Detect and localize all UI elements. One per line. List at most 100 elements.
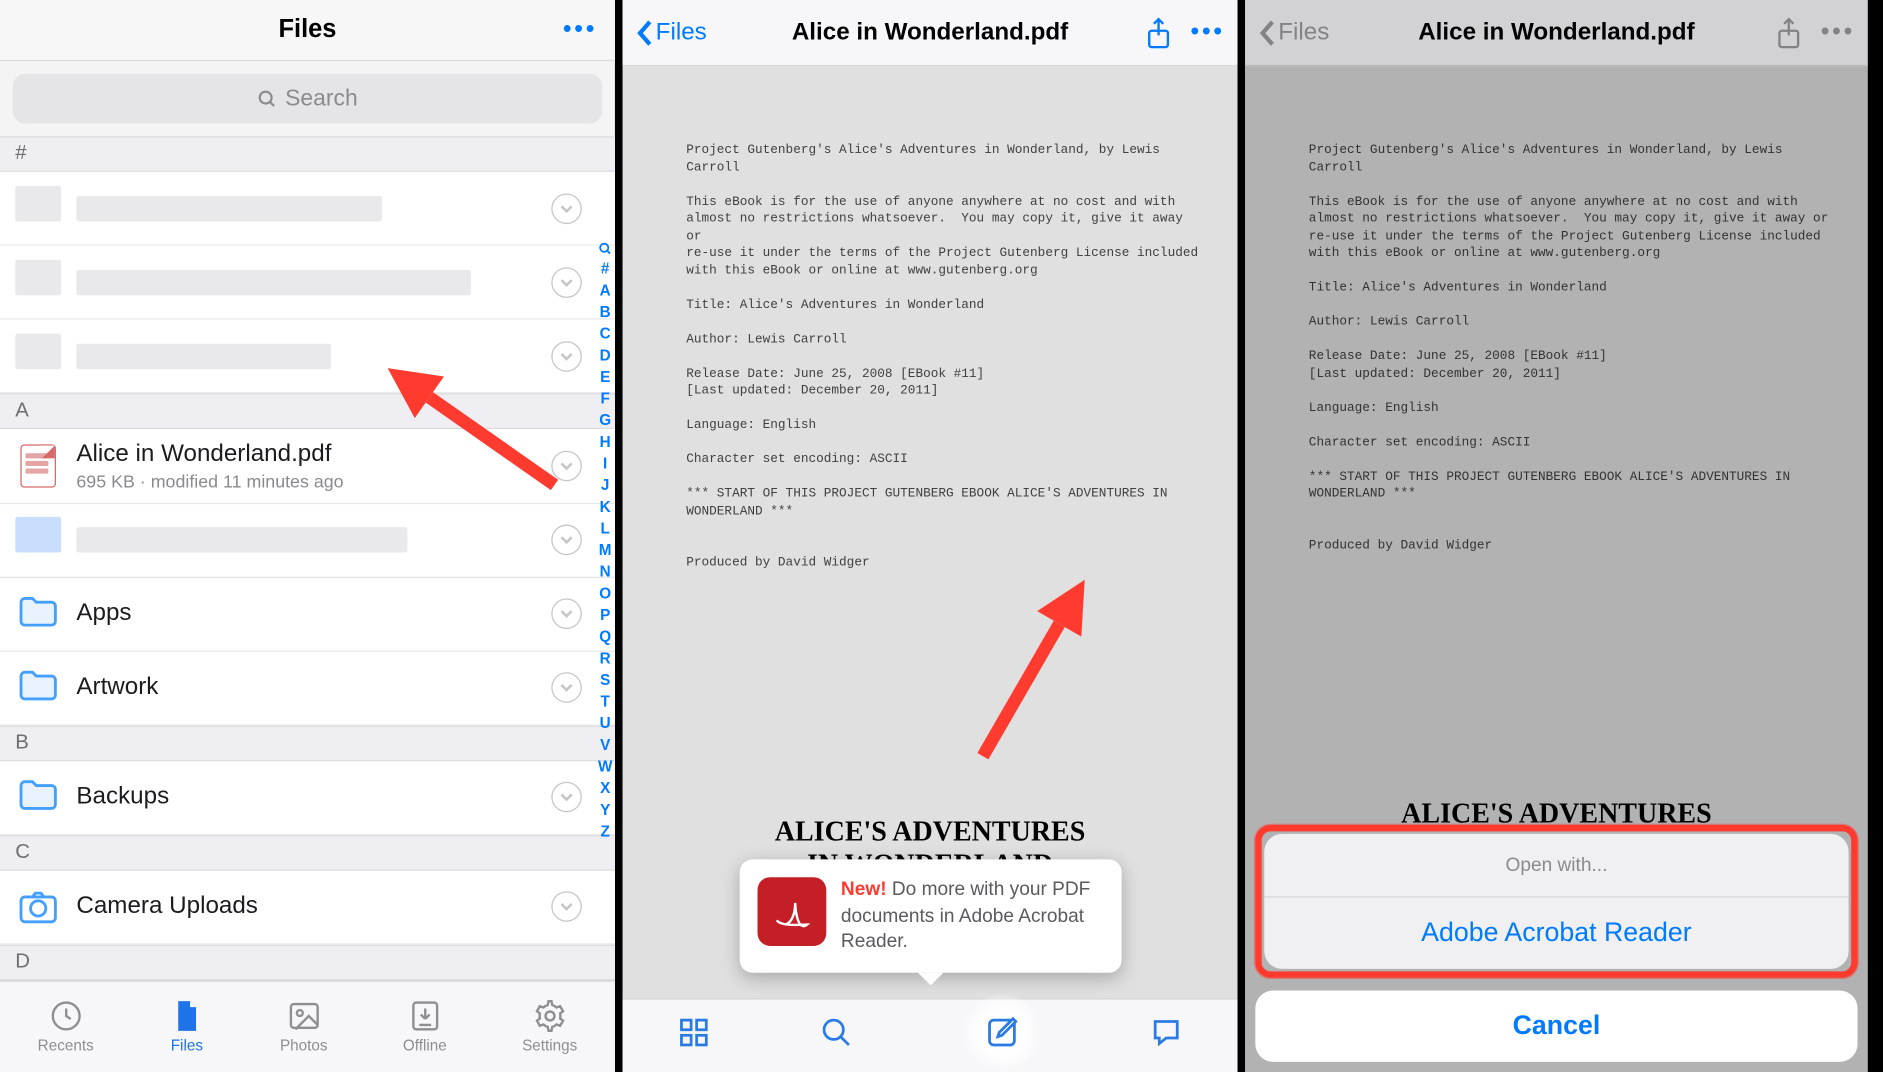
- annotation-highlight: Open with... Adobe Acrobat Reader: [1255, 825, 1857, 978]
- action-sheet: Open with... Adobe Acrobat Reader Cancel: [1255, 825, 1857, 1062]
- index-letter[interactable]: Y: [600, 801, 610, 819]
- folder-row-artwork[interactable]: Artwork: [0, 651, 615, 725]
- index-letter[interactable]: D: [600, 346, 611, 364]
- index-letter[interactable]: V: [600, 736, 610, 754]
- section-header-d: D: [0, 944, 615, 980]
- folder-icon: [15, 774, 61, 820]
- tab-photos[interactable]: Photos: [280, 998, 328, 1054]
- chevron-left-icon: [1258, 18, 1276, 46]
- files-panel: Files ••• Search # A Alice in Wonderland…: [0, 0, 623, 1072]
- index-letter[interactable]: B: [600, 303, 611, 321]
- file-icon: [169, 998, 205, 1034]
- row-actions-icon[interactable]: [551, 891, 582, 922]
- index-letter[interactable]: A: [600, 281, 611, 299]
- index-letter[interactable]: W: [598, 758, 612, 776]
- comment-button[interactable]: [1150, 1016, 1183, 1055]
- preview-header: Files Alice in Wonderland.pdf •••: [623, 0, 1238, 66]
- gallery-button[interactable]: [677, 1016, 710, 1055]
- search-icon: [598, 242, 612, 256]
- share-icon[interactable]: [1145, 16, 1173, 49]
- folder-row-camera[interactable]: Camera Uploads: [0, 870, 615, 944]
- row-actions-icon[interactable]: [551, 672, 582, 703]
- folder-row-backups[interactable]: Backups: [0, 761, 615, 835]
- index-letter[interactable]: X: [600, 779, 610, 797]
- files-title: Files: [278, 15, 336, 44]
- doc-preamble: Project Gutenberg's Alice's Adventures i…: [1245, 66, 1868, 568]
- gear-icon: [532, 998, 568, 1034]
- index-letter[interactable]: M: [599, 541, 612, 559]
- index-letter[interactable]: T: [600, 693, 609, 711]
- acrobat-tooltip[interactable]: New! Do more with your PDF documents in …: [739, 860, 1121, 973]
- section-header-a: A: [0, 394, 615, 430]
- more-menu-icon[interactable]: •••: [1190, 18, 1224, 47]
- preview-panel: Files Alice in Wonderland.pdf ••• Projec…: [623, 0, 1246, 1072]
- index-letter[interactable]: O: [599, 584, 611, 602]
- doc-preamble: Project Gutenberg's Alice's Adventures i…: [623, 66, 1238, 585]
- index-letter[interactable]: K: [600, 498, 611, 516]
- tab-offline[interactable]: Offline: [403, 998, 447, 1054]
- index-letter[interactable]: #: [601, 260, 610, 278]
- edit-button[interactable]: [963, 994, 1039, 1070]
- file-row-redacted[interactable]: [0, 246, 615, 320]
- alpha-index[interactable]: # ABCDEFGHIJKLMNOPQRSTUVWXYZ: [598, 242, 612, 840]
- row-actions-icon[interactable]: [551, 193, 582, 224]
- sheet-option-adobe[interactable]: Adobe Acrobat Reader: [1264, 898, 1848, 969]
- file-row-redacted[interactable]: [0, 320, 615, 394]
- row-actions-icon[interactable]: [551, 341, 582, 372]
- more-menu-icon[interactable]: •••: [563, 15, 597, 44]
- index-letter[interactable]: U: [600, 714, 611, 732]
- preview-header-dimmed: Files Alice in Wonderland.pdf •••: [1245, 0, 1868, 66]
- file-row-redacted[interactable]: [0, 172, 615, 246]
- annotation-arrow: [935, 567, 1106, 813]
- index-letter[interactable]: J: [601, 476, 610, 494]
- back-label: Files: [656, 18, 707, 46]
- folder-row-apps[interactable]: Apps: [0, 577, 615, 651]
- row-actions-icon[interactable]: [551, 525, 582, 556]
- search-icon: [257, 89, 277, 109]
- search-input[interactable]: Search: [13, 74, 602, 124]
- tab-label: Photos: [280, 1037, 328, 1055]
- folder-icon: [15, 665, 61, 711]
- folder-name: Artwork: [76, 674, 551, 702]
- index-letter[interactable]: G: [599, 411, 611, 429]
- row-actions-icon[interactable]: [551, 598, 582, 629]
- index-letter[interactable]: C: [600, 325, 611, 343]
- index-letter[interactable]: R: [600, 649, 611, 667]
- index-letter[interactable]: H: [600, 433, 611, 451]
- bottom-tabbar: Recents Files Photos Offline Settings: [0, 980, 615, 1072]
- tab-settings[interactable]: Settings: [522, 998, 577, 1054]
- index-letter[interactable]: L: [600, 519, 609, 537]
- tooltip-text: New! Do more with your PDF documents in …: [841, 878, 1103, 955]
- back-button[interactable]: Files: [635, 18, 706, 46]
- index-letter[interactable]: F: [600, 390, 609, 408]
- tab-label: Files: [171, 1037, 203, 1055]
- folder-name: Camera Uploads: [76, 892, 551, 920]
- index-letter[interactable]: E: [600, 368, 610, 386]
- index-letter[interactable]: S: [600, 671, 610, 689]
- index-letter[interactable]: N: [600, 563, 611, 581]
- section-header-hash: #: [0, 137, 615, 173]
- tab-files[interactable]: Files: [169, 998, 205, 1054]
- sheet-cancel-button[interactable]: Cancel: [1255, 991, 1857, 1062]
- tab-label: Offline: [403, 1037, 447, 1055]
- search-button[interactable]: [820, 1016, 853, 1055]
- share-icon: [1775, 16, 1803, 49]
- camera-icon: [15, 884, 61, 930]
- tab-recents[interactable]: Recents: [38, 998, 94, 1054]
- actionsheet-panel: Files Alice in Wonderland.pdf ••• Projec…: [1245, 0, 1868, 1072]
- row-actions-icon[interactable]: [551, 782, 582, 813]
- tab-label: Recents: [38, 1037, 94, 1055]
- section-header-b: B: [0, 725, 615, 761]
- preview-toolbar: [623, 998, 1238, 1072]
- tab-label: Settings: [522, 1037, 577, 1055]
- section-header-c: C: [0, 835, 615, 871]
- index-letter[interactable]: Q: [599, 628, 611, 646]
- search-placeholder: Search: [285, 86, 358, 113]
- file-row-redacted[interactable]: [0, 504, 615, 578]
- document-viewport[interactable]: Project Gutenberg's Alice's Adventures i…: [623, 66, 1238, 1072]
- index-letter[interactable]: P: [600, 606, 610, 624]
- row-actions-icon[interactable]: [551, 267, 582, 298]
- download-icon: [407, 998, 443, 1034]
- index-letter[interactable]: I: [603, 455, 607, 473]
- index-letter[interactable]: Z: [600, 822, 609, 840]
